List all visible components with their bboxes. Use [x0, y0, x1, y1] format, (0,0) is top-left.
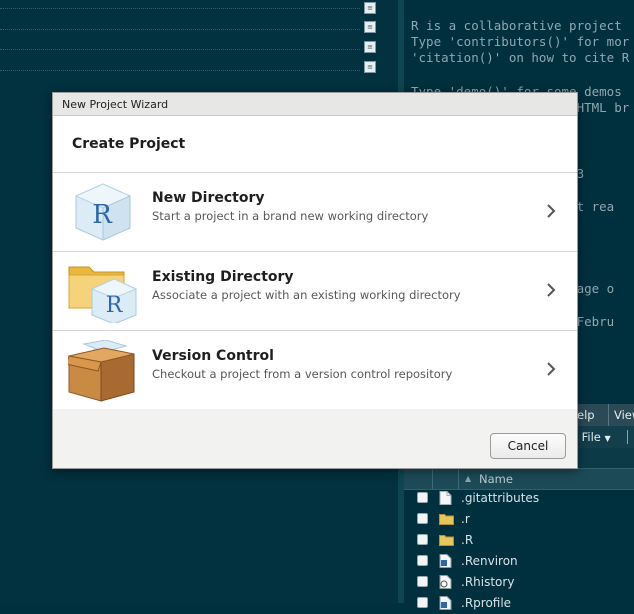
option-title: Version Control [152, 348, 274, 364]
folder-icon [439, 512, 454, 526]
column-divider [432, 469, 433, 489]
list-item[interactable]: .Rhistory [404, 572, 634, 593]
r-file-icon [439, 554, 453, 568]
new-directory-r-cube-icon: R [68, 182, 138, 244]
dialog-heading-area: Create Project [53, 116, 577, 173]
list-item[interactable]: .Rprofile [404, 593, 634, 614]
row-checkbox[interactable] [417, 492, 428, 503]
chevron-right-icon [547, 283, 556, 297]
file-name[interactable]: .Rhistory [461, 572, 514, 593]
tab-viewer[interactable]: View [608, 404, 634, 426]
folder-icon [439, 533, 454, 547]
editor-row-divider [0, 29, 360, 31]
file-name[interactable]: .r [461, 509, 470, 530]
folder-r-cube-icon: R [68, 261, 138, 325]
toolbar-divider [627, 430, 628, 444]
list-item[interactable]: .r [404, 509, 634, 530]
console-line: 'citation()' on how to cite R [411, 50, 630, 65]
document-icon[interactable]: ≡ [364, 21, 376, 33]
chevron-right-icon [547, 362, 556, 376]
files-list: .gitattributes .r .R .Renviron .Rhistory [404, 488, 634, 610]
dropdown-arrow-icon: ▼ [604, 434, 611, 443]
page-title: Create Project [72, 136, 186, 152]
list-item[interactable]: .Renviron [404, 551, 634, 572]
dialog-title: New Project Wizard [62, 98, 169, 111]
file-name[interactable]: .Rprofile [461, 593, 511, 614]
console-line: R is a collaborative project [411, 18, 622, 33]
option-title: Existing Directory [152, 269, 294, 285]
option-description: Start a project in a brand new working d… [152, 209, 429, 223]
existing-directory-option[interactable]: R Existing Directory Associate a project… [53, 252, 577, 331]
file-name[interactable]: .Renviron [461, 551, 518, 572]
document-icon[interactable]: ≡ [364, 41, 376, 53]
row-checkbox[interactable] [417, 555, 428, 566]
document-icon[interactable]: ≡ [364, 2, 376, 14]
editor-row-divider [0, 70, 360, 72]
r-file-icon [439, 596, 453, 610]
cancel-button[interactable]: Cancel [490, 433, 566, 459]
files-table-header: ▲ Name [404, 468, 634, 490]
text-file-icon [439, 491, 453, 505]
option-title: New Directory [152, 190, 265, 206]
new-project-wizard-dialog: New Project Wizard Create Project R New … [52, 92, 578, 469]
column-divider [458, 469, 459, 489]
editor-row-divider [0, 49, 360, 51]
dialog-titlebar[interactable]: New Project Wizard [53, 93, 577, 116]
version-control-box-icon: R [65, 339, 138, 402]
dialog-footer: Cancel [53, 409, 577, 468]
new-directory-option[interactable]: R New Directory Start a project in a bra… [53, 173, 577, 252]
row-checkbox[interactable] [417, 513, 428, 524]
editor-row-divider [0, 8, 360, 10]
row-checkbox[interactable] [417, 576, 428, 587]
list-item[interactable]: .R [404, 530, 634, 551]
row-checkbox[interactable] [417, 534, 428, 545]
document-icon[interactable]: ≡ [364, 61, 376, 73]
sort-ascending-icon: ▲ [465, 474, 472, 483]
column-header-name[interactable]: Name [479, 469, 513, 489]
chevron-right-icon [547, 204, 556, 218]
file-name[interactable]: .gitattributes [461, 488, 539, 509]
svg-text:R: R [92, 200, 113, 230]
svg-text:R: R [106, 293, 124, 318]
list-item[interactable]: .gitattributes [404, 488, 634, 509]
option-description: Associate a project with an existing wor… [152, 288, 461, 302]
console-line: Type 'contributors()' for mor [411, 34, 630, 49]
option-description: Checkout a project from a version contro… [152, 367, 453, 381]
file-name[interactable]: .R [461, 530, 473, 551]
version-control-option[interactable]: R Version Control Checkout a project fro… [53, 331, 577, 410]
r-history-icon [439, 575, 453, 589]
